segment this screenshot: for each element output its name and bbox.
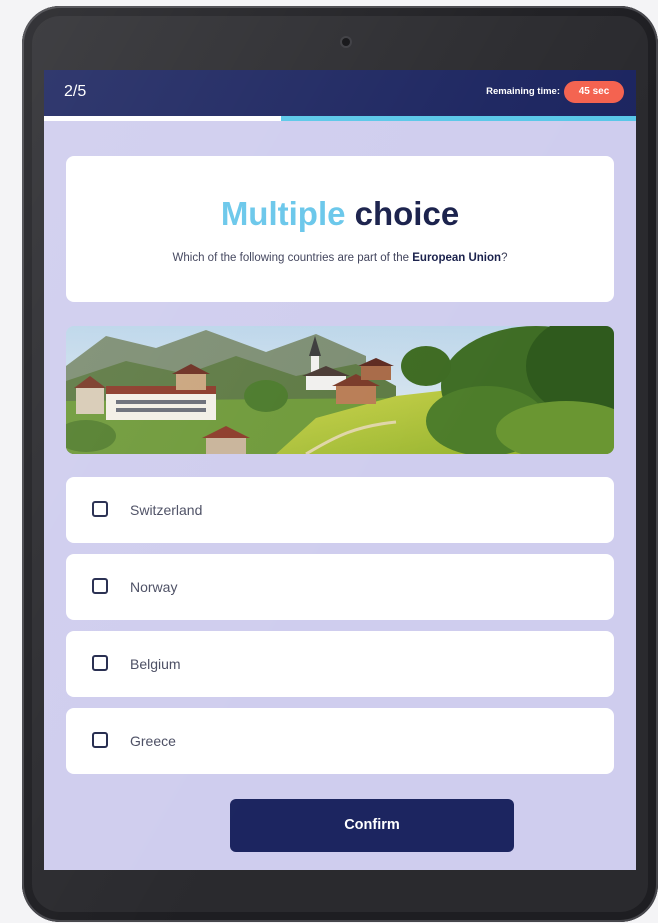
- progress-bar: [44, 116, 636, 121]
- question-counter: 2/5: [64, 83, 87, 100]
- checkbox-icon[interactable]: [92, 732, 108, 748]
- remaining-time-badge: 45 sec: [564, 81, 624, 103]
- option-row[interactable]: Belgium: [66, 631, 614, 697]
- option-label: Norway: [130, 579, 178, 595]
- option-row[interactable]: Greece: [66, 708, 614, 774]
- progress-bar-fill: [44, 116, 281, 121]
- option-label: Switzerland: [130, 502, 203, 518]
- remaining-time-label: Remaining time:: [486, 86, 560, 97]
- question-title-accent: Multiple: [220, 195, 346, 232]
- option-label: Greece: [130, 733, 176, 749]
- camera-icon: [342, 38, 350, 46]
- question-prompt-bold: European Union: [412, 252, 502, 264]
- question-prompt-prefix: Which of the following countries are par…: [172, 252, 410, 264]
- checkbox-icon[interactable]: [92, 501, 108, 517]
- question-title: Multiple choice: [66, 195, 614, 233]
- tablet-device: 2/5 Remaining time: 45 sec Multiple choi…: [22, 6, 658, 922]
- question-prompt-suffix: ?: [501, 252, 508, 264]
- checkbox-icon[interactable]: [92, 578, 108, 594]
- checkbox-icon[interactable]: [92, 655, 108, 671]
- option-row[interactable]: Norway: [66, 554, 614, 620]
- question-card: Multiple choice Which of the following c…: [66, 156, 614, 302]
- option-row[interactable]: Switzerland: [66, 477, 614, 543]
- question-title-rest: choice: [354, 195, 460, 232]
- quiz-screen: 2/5 Remaining time: 45 sec Multiple choi…: [44, 70, 636, 870]
- option-label: Belgium: [130, 656, 181, 672]
- landscape-photo: [66, 326, 614, 454]
- question-prompt: Which of the following countries are par…: [66, 252, 614, 264]
- confirm-button[interactable]: Confirm: [230, 799, 514, 852]
- top-bar: 2/5 Remaining time: 45 sec: [44, 70, 636, 116]
